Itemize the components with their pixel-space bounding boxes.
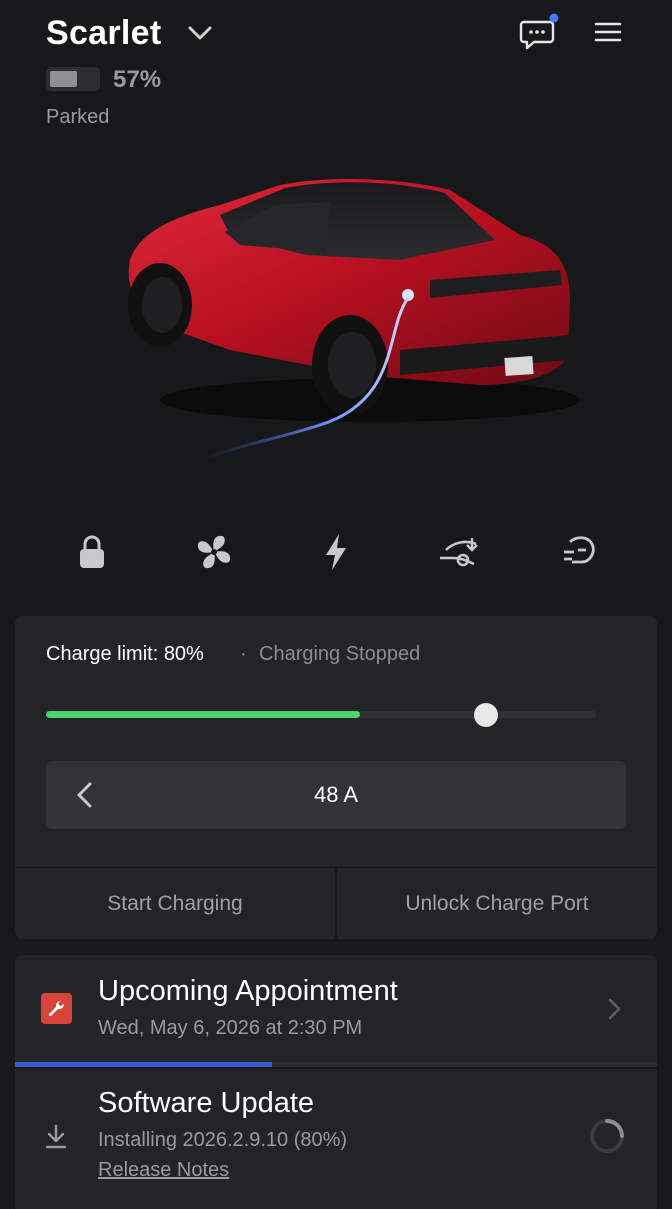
climate-button[interactable] bbox=[188, 528, 240, 576]
software-update-title: Software Update bbox=[98, 1087, 315, 1119]
start-charging-button[interactable]: Start Charging bbox=[15, 868, 335, 939]
chevron-right-icon[interactable] bbox=[606, 996, 624, 1022]
battery-percent: 57% bbox=[113, 66, 162, 93]
summon-button[interactable] bbox=[554, 528, 606, 576]
lightning-icon bbox=[326, 534, 346, 570]
lock-button[interactable] bbox=[66, 528, 118, 576]
appointment-title: Upcoming Appointment bbox=[98, 975, 398, 1007]
lock-icon bbox=[80, 535, 104, 568]
notification-dot bbox=[549, 13, 559, 23]
charge-limit-label: Charge limit: 80% bbox=[46, 643, 204, 665]
charge-level-fill bbox=[46, 711, 360, 718]
wrench-icon bbox=[41, 993, 72, 1024]
appointment-datetime: Wed, May 6, 2026 at 2:30 PM bbox=[98, 1017, 363, 1039]
charging-button[interactable] bbox=[310, 528, 362, 576]
appointment-card[interactable] bbox=[15, 955, 657, 1065]
loading-spinner-icon bbox=[590, 1119, 624, 1153]
charging-amps-value: 48 A bbox=[313, 782, 359, 807]
download-icon bbox=[45, 1124, 67, 1149]
separator-dot: · bbox=[240, 643, 247, 665]
vehicle-status: Parked bbox=[46, 106, 110, 128]
vehicle-name[interactable]: Scarlet bbox=[46, 14, 162, 53]
frunk-button[interactable] bbox=[432, 528, 484, 576]
battery-icon bbox=[46, 67, 100, 91]
summon-icon bbox=[564, 536, 595, 564]
frunk-icon bbox=[440, 538, 478, 567]
release-notes-link[interactable]: Release Notes bbox=[98, 1159, 229, 1182]
update-progress-bar bbox=[15, 1062, 272, 1067]
chat-bubble-icon[interactable] bbox=[518, 12, 562, 52]
unlock-charge-port-button[interactable]: Unlock Charge Port bbox=[337, 868, 657, 939]
vehicle-image[interactable] bbox=[100, 160, 590, 470]
charging-status: Charging Stopped bbox=[259, 643, 421, 665]
charge-limit-slider-handle[interactable] bbox=[474, 703, 498, 727]
fan-icon bbox=[197, 535, 231, 569]
chevron-down-icon[interactable] bbox=[186, 22, 214, 44]
software-update-status: Installing 2026.2.9.10 (80%) bbox=[98, 1129, 348, 1151]
hamburger-menu-icon[interactable] bbox=[590, 16, 626, 48]
